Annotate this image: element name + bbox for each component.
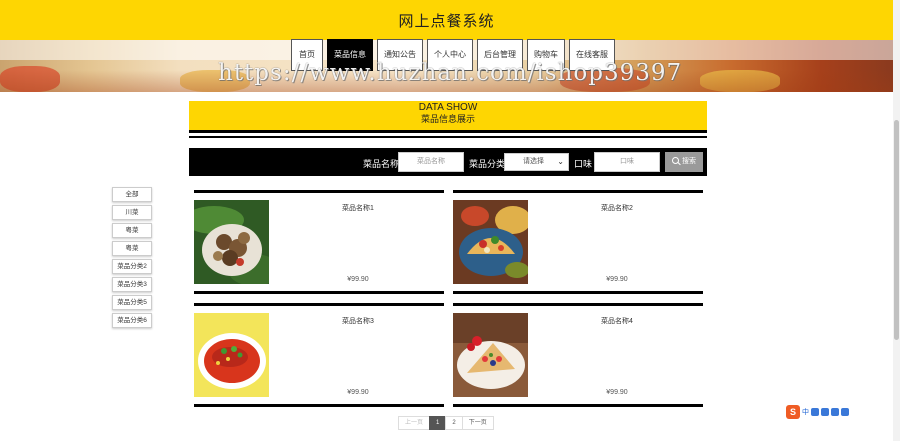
- product-image[interactable]: [194, 200, 269, 284]
- product-name[interactable]: 菜品名称2: [577, 203, 657, 213]
- dish-name-input[interactable]: 菜品名称: [398, 152, 464, 172]
- product-price: ¥99.90: [606, 389, 628, 396]
- product-card[interactable]: 菜品名称4 ¥99.90: [453, 303, 703, 407]
- category-item[interactable]: 粤菜: [112, 241, 152, 256]
- grid-icon[interactable]: [841, 408, 849, 416]
- search-button-label: 搜索: [682, 158, 696, 165]
- category-item[interactable]: 菜品分类3: [112, 277, 152, 292]
- product-name[interactable]: 菜品名称1: [318, 203, 398, 213]
- section-title-en: DATA SHOW: [418, 102, 478, 113]
- section-title: DATA SHOW 菜品信息展示: [189, 101, 707, 131]
- product-price: ¥99.90: [606, 276, 628, 283]
- pagination: 上一页 1 2 下一页: [398, 416, 494, 430]
- category-select[interactable]: 请选择 ⌄: [504, 153, 569, 171]
- section-divider-thin: [189, 136, 707, 138]
- category-item[interactable]: 菜品分类2: [112, 259, 152, 274]
- category-select-value: 请选择: [523, 158, 544, 165]
- taste-label: 口味: [574, 159, 593, 169]
- category-item[interactable]: 粤菜: [112, 223, 152, 238]
- product-price: ¥99.90: [347, 389, 369, 396]
- category-item[interactable]: 菜品分类5: [112, 295, 152, 310]
- watermark-text: https://www.huzhan.com/ishop39397: [218, 60, 683, 86]
- ime-mode[interactable]: 中: [802, 407, 809, 417]
- page-button[interactable]: 1: [429, 416, 447, 430]
- product-price: ¥99.90: [347, 276, 369, 283]
- chevron-down-icon: ⌄: [557, 157, 564, 166]
- next-page-button[interactable]: 下一页: [461, 416, 494, 430]
- taste-input[interactable]: 口味: [594, 152, 660, 172]
- page-button[interactable]: 2: [445, 416, 463, 430]
- section-title-cn: 菜品信息展示: [420, 114, 475, 124]
- product-card[interactable]: 菜品名称2 ¥99.90: [453, 190, 703, 294]
- product-card[interactable]: 菜品名称1 ¥99.90: [194, 190, 444, 294]
- prev-page-button[interactable]: 上一页: [398, 416, 431, 430]
- search-button[interactable]: 搜索: [665, 152, 703, 172]
- section-divider: [189, 130, 707, 133]
- category-item[interactable]: 全部: [112, 187, 152, 202]
- search-bar: 菜品名称 菜品名称 菜品分类 请选择 ⌄ 口味 口味 搜索: [189, 148, 707, 176]
- sogou-icon[interactable]: S: [786, 405, 800, 419]
- site-header: 网上点餐系统: [0, 0, 893, 40]
- product-image[interactable]: [453, 313, 528, 397]
- dish-name-label: 菜品名称: [363, 159, 400, 169]
- ime-toolbar[interactable]: S 中: [786, 405, 870, 419]
- page-scrollbar[interactable]: [893, 0, 900, 441]
- product-name[interactable]: 菜品名称4: [577, 316, 657, 326]
- scrollbar-thumb[interactable]: [894, 120, 899, 340]
- category-item[interactable]: 川菜: [112, 205, 152, 220]
- product-image[interactable]: [194, 313, 269, 397]
- category-label: 菜品分类: [469, 159, 506, 169]
- mic-icon[interactable]: [821, 408, 829, 416]
- category-item[interactable]: 菜品分类6: [112, 313, 152, 328]
- product-name[interactable]: 菜品名称3: [318, 316, 398, 326]
- search-icon: [672, 157, 679, 164]
- keyboard-icon[interactable]: [831, 408, 839, 416]
- moon-icon[interactable]: [811, 408, 819, 416]
- site-title: 网上点餐系统: [398, 13, 495, 30]
- product-card[interactable]: 菜品名称3 ¥99.90: [194, 303, 444, 407]
- product-image[interactable]: [453, 200, 528, 284]
- category-sidebar: 全部 川菜 粤菜 粤菜 菜品分类2 菜品分类3 菜品分类5 菜品分类6: [112, 187, 152, 331]
